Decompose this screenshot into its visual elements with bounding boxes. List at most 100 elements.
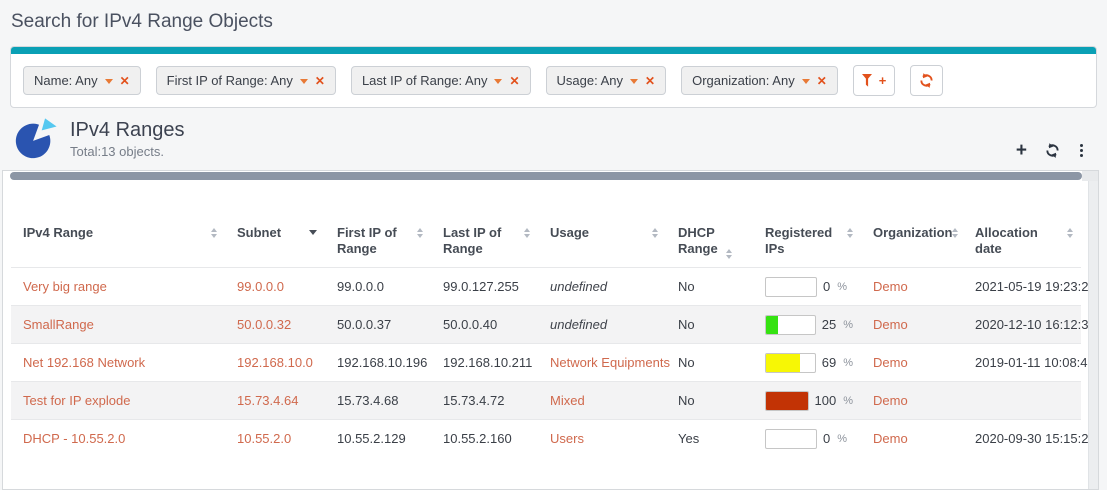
sort-down-arrow bbox=[847, 234, 853, 238]
filter-chip-label: First IP of Range: Any bbox=[167, 73, 293, 88]
allocation-date-cell: 2019-01-11 10:08:47 bbox=[963, 344, 1081, 382]
organization-link[interactable]: Demo bbox=[873, 317, 908, 332]
column-header-first-ip-of-range[interactable]: First IP of Range bbox=[325, 181, 431, 268]
column-header-box: First IP of Range bbox=[337, 225, 423, 257]
subnet-link[interactable]: 15.73.4.64 bbox=[237, 393, 298, 408]
remove-filter-icon[interactable]: ✕ bbox=[645, 75, 655, 87]
ipv4-range-link[interactable]: Very big range bbox=[23, 279, 107, 294]
column-label: First IP of Range bbox=[337, 225, 417, 257]
usage-percent: 100 bbox=[815, 393, 837, 408]
filter-chip-organization[interactable]: Organization: Any ✕ bbox=[681, 66, 838, 95]
subnet-link[interactable]: 192.168.10.0 bbox=[237, 355, 313, 370]
ipv4-range-cell: SmallRange bbox=[11, 306, 225, 344]
chevron-down-icon[interactable] bbox=[630, 79, 638, 84]
column-header-ipv4-range[interactable]: IPv4 Range bbox=[11, 181, 225, 268]
ipv4-range-link[interactable]: Test for IP explode bbox=[23, 393, 130, 408]
organization-link[interactable]: Demo bbox=[873, 393, 908, 408]
usage-link[interactable]: Network Equipments bbox=[550, 355, 670, 370]
usage-link[interactable]: Mixed bbox=[550, 393, 585, 408]
sort-up-arrow bbox=[1067, 228, 1073, 232]
sort-icon[interactable] bbox=[847, 228, 853, 238]
remove-filter-icon[interactable]: ✕ bbox=[817, 75, 827, 87]
kebab-menu-icon[interactable] bbox=[1078, 142, 1085, 159]
table-row[interactable]: Very big range99.0.0.099.0.0.099.0.127.2… bbox=[11, 268, 1081, 306]
filter-chip-label: Organization: Any bbox=[692, 73, 795, 88]
chevron-down-icon[interactable] bbox=[105, 79, 113, 84]
filter-chip-name[interactable]: Name: Any✕ bbox=[23, 66, 141, 95]
accent-bar bbox=[11, 47, 1096, 54]
organization-link[interactable]: Demo bbox=[873, 431, 908, 446]
remove-filter-icon[interactable]: ✕ bbox=[315, 75, 325, 87]
sort-icon[interactable] bbox=[652, 228, 658, 238]
list-toolbar: + bbox=[1016, 141, 1095, 160]
organization-link[interactable]: Demo bbox=[873, 355, 908, 370]
sort-icon[interactable] bbox=[417, 228, 423, 238]
scrollbar-track bbox=[1082, 171, 1098, 181]
column-label: Last IP of Range bbox=[443, 225, 524, 257]
subnet-cell: 99.0.0.0 bbox=[225, 268, 325, 306]
column-header-dhcp-range[interactable]: DHCP Range bbox=[666, 181, 753, 268]
refresh-icon[interactable] bbox=[1045, 143, 1060, 158]
filter-chip-last-ip-of-range[interactable]: Last IP of Range: Any✕ bbox=[351, 66, 531, 95]
ipv4-range-link[interactable]: SmallRange bbox=[23, 317, 94, 332]
first-ip-cell: 50.0.0.37 bbox=[325, 306, 431, 344]
subnet-link[interactable]: 10.55.2.0 bbox=[237, 431, 291, 446]
sort-up-arrow bbox=[417, 228, 423, 232]
vertical-scrollbar[interactable] bbox=[1088, 181, 1098, 489]
page-title: Search for IPv4 Range Objects bbox=[11, 11, 1107, 33]
column-header-organization[interactable]: Organization bbox=[861, 181, 963, 268]
usage-bar-fill bbox=[766, 392, 808, 410]
ipv4-range-link[interactable]: DHCP - 10.55.2.0 bbox=[23, 431, 125, 446]
allocation-date-cell bbox=[963, 382, 1081, 420]
sort-icon[interactable] bbox=[524, 228, 530, 238]
ipv4-ranges-table: IPv4 Range Subnet First IP of Range Last IP… bbox=[11, 181, 1081, 458]
ipv4-range-link[interactable]: Net 192.168 Network bbox=[23, 355, 145, 370]
subnet-link[interactable]: 99.0.0.0 bbox=[237, 279, 284, 294]
plus-glyph: + bbox=[879, 73, 887, 88]
usage-link[interactable]: Users bbox=[550, 431, 584, 446]
chevron-down-icon[interactable] bbox=[300, 79, 308, 84]
chevron-down-icon[interactable] bbox=[802, 79, 810, 84]
sort-icon[interactable] bbox=[1067, 228, 1073, 238]
filter-chip-usage[interactable]: Usage: Any✕ bbox=[546, 66, 667, 95]
last-ip-cell: 192.168.10.211 bbox=[431, 344, 538, 382]
ipv4-range-cell: Net 192.168 Network bbox=[11, 344, 225, 382]
table-row[interactable]: Test for IP explode15.73.4.6415.73.4.681… bbox=[11, 382, 1081, 420]
table-row[interactable]: SmallRange50.0.0.3250.0.0.3750.0.0.40und… bbox=[11, 306, 1081, 344]
table-row[interactable]: DHCP - 10.55.2.010.55.2.010.55.2.12910.5… bbox=[11, 420, 1081, 458]
sort-down-arrow bbox=[952, 234, 958, 238]
add-icon[interactable]: + bbox=[1016, 141, 1027, 160]
registered-ips-cell: 25% bbox=[753, 306, 861, 344]
column-header-allocation-date[interactable]: Allocation date bbox=[963, 181, 1081, 268]
table-row[interactable]: Net 192.168 Network 192.168.10.0 192.168.1… bbox=[11, 344, 1081, 382]
horizontal-scrollbar[interactable] bbox=[3, 171, 1098, 181]
sort-up-arrow bbox=[726, 249, 732, 253]
refresh-search-button[interactable] bbox=[910, 65, 943, 96]
add-filter-button[interactable]: + bbox=[853, 65, 896, 96]
remove-filter-icon[interactable]: ✕ bbox=[509, 75, 519, 87]
sort-desc-icon[interactable] bbox=[309, 230, 317, 235]
sort-icon[interactable] bbox=[726, 249, 732, 259]
dhcp-range-cell: No bbox=[666, 344, 753, 382]
sort-down-arrow bbox=[524, 234, 530, 238]
column-label: Subnet bbox=[237, 225, 281, 241]
filter-chip-first-ip-of-range[interactable]: First IP of Range: Any ✕ bbox=[156, 66, 336, 95]
sort-up-arrow bbox=[847, 228, 853, 232]
sort-icon[interactable] bbox=[211, 228, 217, 238]
organization-link[interactable]: Demo bbox=[873, 279, 908, 294]
scrollbar-thumb[interactable] bbox=[10, 172, 1082, 180]
usage-bar bbox=[765, 315, 816, 335]
column-header-registered-ips[interactable]: Registered IPs bbox=[753, 181, 861, 268]
remove-filter-icon[interactable]: ✕ bbox=[120, 75, 130, 87]
subnet-link[interactable]: 50.0.0.32 bbox=[237, 317, 291, 332]
usage-percent: 0 bbox=[823, 431, 830, 446]
registered-ips-cell: 0% bbox=[753, 420, 861, 458]
usage-cell: undefined bbox=[538, 268, 666, 306]
column-header-usage[interactable]: Usage bbox=[538, 181, 666, 268]
sort-icon[interactable] bbox=[952, 228, 958, 238]
column-header-subnet[interactable]: Subnet bbox=[225, 181, 325, 268]
chevron-down-icon[interactable] bbox=[494, 79, 502, 84]
column-header-box: Usage bbox=[550, 225, 658, 241]
column-header-last-ip-of-range[interactable]: Last IP of Range bbox=[431, 181, 538, 268]
sort-down-arrow bbox=[1067, 234, 1073, 238]
